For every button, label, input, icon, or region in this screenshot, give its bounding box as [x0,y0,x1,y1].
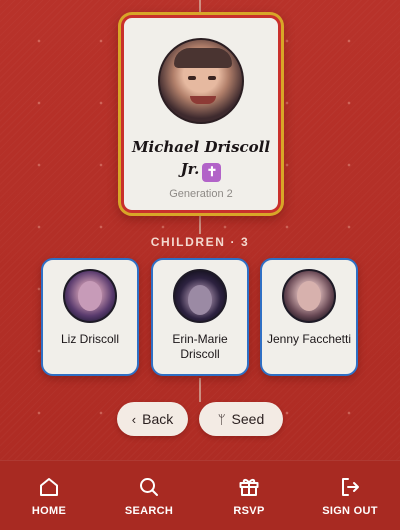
children-section-label: CHILDREN · 3 [150,235,250,249]
home-icon [40,478,58,496]
focus-person-name-wrap: Michael Driscoll Jr. ✝ [131,136,271,182]
back-button[interactable]: ‹ Back [117,402,188,436]
back-button-label: Back [142,411,174,427]
children-connector-line [199,214,201,234]
nav-label-rsvp: RSVP [233,505,265,517]
child-card[interactable]: Erin-Marie Driscoll [151,258,249,376]
lower-connector-line [199,378,201,402]
focus-person-avatar [158,38,244,124]
focus-person-card[interactable]: Michael Driscoll Jr. ✝ Generation 2 [118,12,284,216]
focus-person-generation: Generation 2 [169,188,233,200]
seed-button-label: Seed [231,411,265,427]
child-name: Jenny Facchetti [266,332,352,346]
child-card[interactable]: Jenny Facchetti [260,258,358,376]
child-avatar [282,269,336,323]
nav-label-sign-out: SIGN OUT [322,505,378,517]
gift-icon [239,478,259,496]
nav-item-rsvp[interactable]: RSVP [209,475,289,517]
chevron-left-icon: ‹ [131,411,137,427]
nav-label-home: HOME [31,505,67,517]
child-avatar [173,269,227,323]
search-icon [140,478,158,496]
nav-label-search: SEARCH [124,505,174,517]
sign-out-icon [342,478,359,496]
focus-person-card-inner: Michael Driscoll Jr. ✝ Generation 2 [121,15,281,213]
sprout-icon: ᛘ [217,411,226,427]
focus-person-name: Michael Driscoll Jr. [131,138,271,178]
nav-item-search[interactable]: SEARCH [109,475,189,517]
nav-item-home[interactable]: HOME [9,475,89,517]
latin-cross-icon: ✝ [202,163,222,182]
child-name: Erin-Marie Driscoll [172,332,228,361]
child-avatar [63,269,117,323]
nav-item-sign-out[interactable]: SIGN OUT [310,475,390,517]
child-card[interactable]: Liz Driscoll [41,258,139,376]
children-row: Liz Driscoll Erin-Marie Driscoll Jenny F… [41,258,359,376]
child-name: Liz Driscoll [60,332,119,346]
bottom-navigation: HOME SEARCH RSVP SIGN OUT [0,460,400,530]
seed-button[interactable]: ᛘ Seed [199,402,283,436]
